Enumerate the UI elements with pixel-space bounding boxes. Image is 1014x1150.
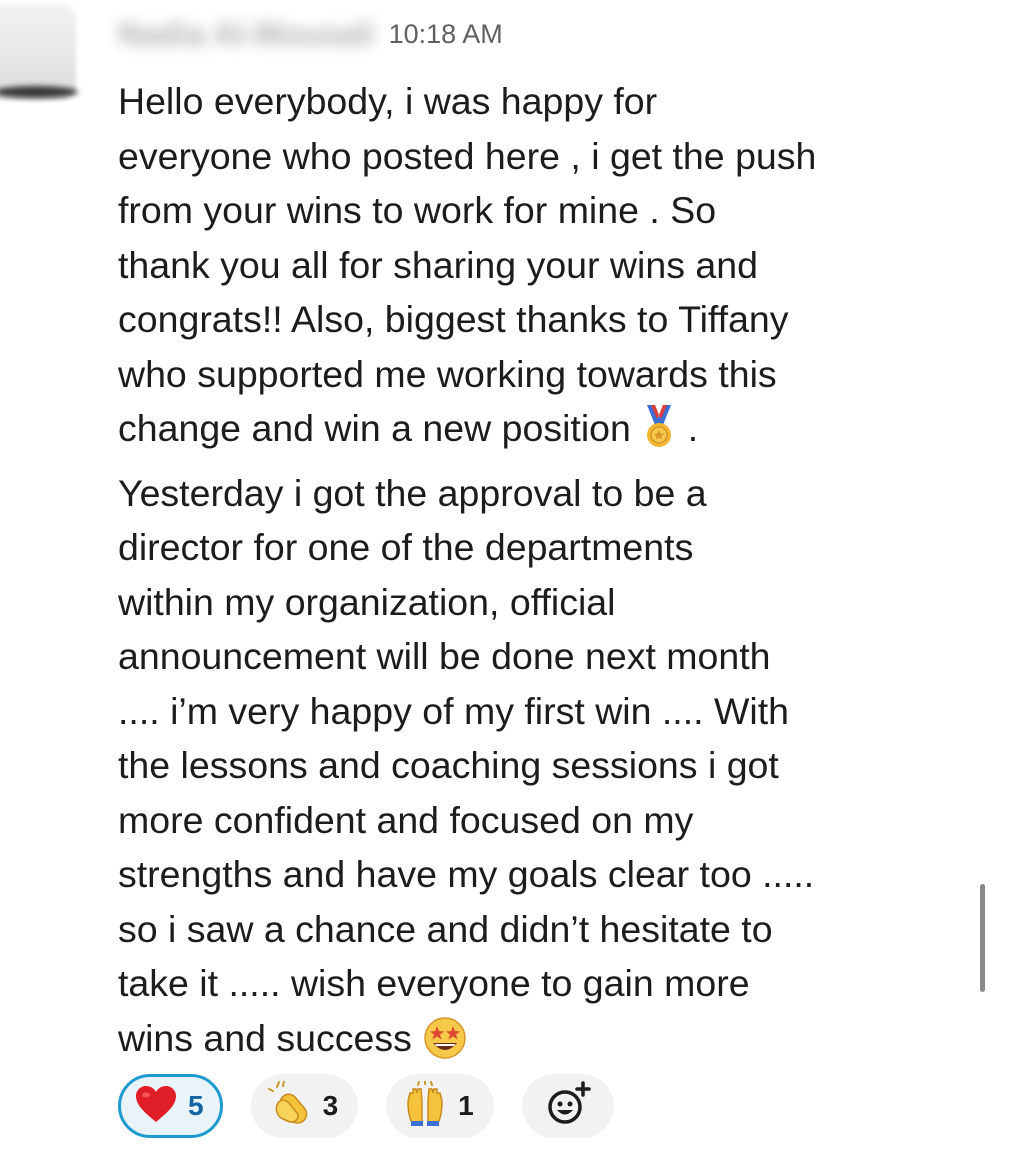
message-line: thank you all for sharing your wins and xyxy=(118,243,758,286)
message-line: who supported me working towards this xyxy=(118,352,777,395)
message-line: the lessons and coaching sessions i got xyxy=(118,744,779,786)
medal-icon xyxy=(641,403,677,466)
message-line: announcement will be done next month xyxy=(118,635,771,677)
message-line: change and win a new position xyxy=(118,407,642,449)
reaction-clapping-hands[interactable]: 3 xyxy=(250,1074,359,1138)
sender-name[interactable]: Nadia Al-Mousali xyxy=(118,16,375,53)
message-line: from your wins to work for mine . So xyxy=(118,189,717,231)
message-line: congrats!! Also, biggest thanks to Tiffa… xyxy=(118,298,789,340)
scrollbar[interactable] xyxy=(980,884,985,992)
message-line-suffix: . xyxy=(677,407,699,449)
message-line: strengths and have my goals clear too ..… xyxy=(118,853,815,895)
message-line: .... i’m very happy of my first win ....… xyxy=(118,689,789,732)
reaction-count: 3 xyxy=(322,1090,339,1121)
message-line: more confident and focused on my xyxy=(118,798,694,841)
star-struck-icon xyxy=(422,1015,468,1076)
reactions-bar: 5 3 1 xyxy=(118,1070,614,1142)
message-line: wins and success xyxy=(118,1016,423,1059)
message-line: take it ..... wish everyone to gain more xyxy=(118,962,750,1004)
reaction-count: 1 xyxy=(458,1090,474,1121)
message-header: Nadia Al-Mousali 10:18 AM xyxy=(118,14,503,54)
message-line: within my organization, official xyxy=(118,580,616,623)
message-body: Hello everybody, i was happy for everyon… xyxy=(118,74,948,1075)
add-reaction-icon xyxy=(543,1079,593,1134)
message-timestamp[interactable]: 10:18 AM xyxy=(389,19,503,50)
reaction-count: 5 xyxy=(188,1090,204,1121)
raising-hands-icon xyxy=(402,1079,448,1132)
message-line: so i saw a chance and didn’t hesitate to xyxy=(118,907,773,950)
message-line: everyone who posted here , i get the pus… xyxy=(118,134,817,177)
clapping-hands-icon xyxy=(267,1079,313,1132)
reaction-raising-hands[interactable]: 1 xyxy=(386,1074,494,1138)
message-line: director for one of the departments xyxy=(118,526,694,568)
message-line: Yesterday i got the approval to be a xyxy=(118,471,707,514)
message-line: Hello everybody, i was happy for xyxy=(118,80,658,122)
heart-icon xyxy=(134,1084,178,1129)
add-reaction-button[interactable] xyxy=(521,1074,614,1138)
reaction-heart[interactable]: 5 xyxy=(118,1074,223,1138)
